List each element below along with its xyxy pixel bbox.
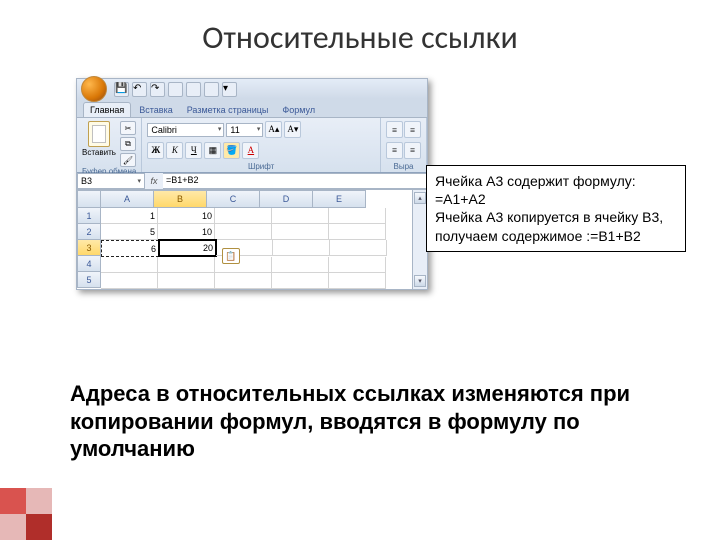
cell[interactable] xyxy=(329,273,386,289)
cell[interactable] xyxy=(329,208,386,224)
excel-screenshot: 💾 ↶ ↷ ▾ Главная Вставка Разметка страниц… xyxy=(76,78,428,290)
cell[interactable] xyxy=(272,257,329,273)
name-box[interactable]: B3 xyxy=(77,173,145,189)
col-header[interactable]: B xyxy=(154,190,207,208)
cell[interactable]: 1 xyxy=(101,208,158,224)
spreadsheet-grid: 1 2 3 4 5 A B C D E 1 10 xyxy=(77,190,427,289)
cell[interactable] xyxy=(272,224,329,240)
align-left-icon[interactable]: ≡ xyxy=(386,142,403,159)
fx-icon[interactable]: fx xyxy=(147,176,161,186)
group-title-font: Шрифт xyxy=(147,162,375,171)
tab-home[interactable]: Главная xyxy=(83,102,131,117)
cell[interactable]: 10 xyxy=(158,208,215,224)
cell[interactable] xyxy=(215,208,272,224)
ribbon-tabs: Главная Вставка Разметка страницы Формул xyxy=(77,99,427,118)
row-header[interactable]: 5 xyxy=(77,272,101,288)
font-size-combo[interactable]: 11 xyxy=(226,123,263,137)
clipboard-icon xyxy=(88,121,110,147)
table-row xyxy=(101,257,412,273)
table-row: 5 10 xyxy=(101,224,412,240)
cell[interactable] xyxy=(101,257,158,273)
bottom-explanation: Адреса в относительных ссылках изменяютс… xyxy=(70,380,650,463)
formula-input[interactable]: =B1+B2 xyxy=(163,173,427,189)
ribbon-group-font: Calibri 11 A▴ A▾ Ж К Ч ▦ 🪣 A Шрифт xyxy=(142,118,381,172)
cut-icon[interactable]: ✂ xyxy=(120,121,136,135)
grow-font-icon[interactable]: A▴ xyxy=(265,121,282,138)
tab-layout[interactable]: Разметка страницы xyxy=(181,103,275,117)
tab-insert[interactable]: Вставка xyxy=(133,103,178,117)
cell[interactable] xyxy=(273,240,330,256)
select-all-corner[interactable] xyxy=(77,190,101,208)
col-header[interactable]: D xyxy=(260,190,313,208)
cell-copied[interactable]: 6 xyxy=(101,240,159,257)
cell[interactable] xyxy=(329,257,386,273)
cell[interactable] xyxy=(215,224,272,240)
paste-label: Вставить xyxy=(82,148,116,157)
cell[interactable] xyxy=(329,224,386,240)
group-title-align: Выра xyxy=(386,162,421,171)
font-name-combo[interactable]: Calibri xyxy=(147,123,224,137)
undo-icon[interactable]: ↶ xyxy=(132,82,147,97)
cell[interactable] xyxy=(272,208,329,224)
fill-color-button[interactable]: 🪣 xyxy=(223,142,240,159)
bold-button[interactable]: Ж xyxy=(147,142,164,159)
vertical-scrollbar[interactable]: ▴ ▾ xyxy=(412,190,427,289)
paste-button[interactable]: Вставить xyxy=(82,121,116,167)
underline-button[interactable]: Ч xyxy=(185,142,202,159)
office-button-icon[interactable] xyxy=(81,76,107,102)
paste-options-icon[interactable]: 📋 xyxy=(222,248,240,264)
qat-icon[interactable] xyxy=(168,82,183,97)
ribbon: Вставить ✂ ⧉ 🖌 Буфер обмена Calibri 11 A… xyxy=(77,118,427,173)
cell[interactable] xyxy=(101,273,158,289)
scroll-up-icon[interactable]: ▴ xyxy=(414,192,426,204)
qat-icon[interactable] xyxy=(204,82,219,97)
cell-selected[interactable]: 20 xyxy=(159,240,216,256)
cell[interactable] xyxy=(158,273,215,289)
align-center-icon[interactable]: ≡ xyxy=(404,142,421,159)
scroll-down-icon[interactable]: ▾ xyxy=(414,275,426,287)
cell[interactable] xyxy=(215,273,272,289)
row-header[interactable]: 1 xyxy=(77,208,101,224)
callout-line2: Ячейка А3 копируется в ячейку В3, получа… xyxy=(435,208,677,244)
col-header[interactable]: E xyxy=(313,190,366,208)
col-header[interactable]: C xyxy=(207,190,260,208)
border-button[interactable]: ▦ xyxy=(204,142,221,159)
cell[interactable] xyxy=(330,240,387,256)
cell[interactable] xyxy=(272,273,329,289)
font-color-button[interactable]: A xyxy=(242,142,259,159)
formula-bar: B3 fx =B1+B2 xyxy=(77,173,427,190)
ribbon-group-align: ≡≡ ≡≡ Выра xyxy=(381,118,427,172)
row-header[interactable]: 3 xyxy=(77,240,101,256)
ribbon-group-clipboard: Вставить ✂ ⧉ 🖌 Буфер обмена xyxy=(77,118,142,172)
copy-icon[interactable]: ⧉ xyxy=(120,137,136,151)
align-top-icon[interactable]: ≡ xyxy=(386,121,403,138)
quick-access-toolbar: 💾 ↶ ↷ ▾ xyxy=(77,79,427,99)
italic-button[interactable]: К xyxy=(166,142,183,159)
col-header[interactable]: A xyxy=(101,190,154,208)
callout-line1: Ячейка А3 содержит формулу: =А1+А2 xyxy=(435,172,677,208)
cell[interactable] xyxy=(158,257,215,273)
qat-more-icon[interactable]: ▾ xyxy=(222,82,237,97)
slide-title: Относительные ссылки xyxy=(0,0,720,57)
shrink-font-icon[interactable]: A▾ xyxy=(284,121,301,138)
qat-icon[interactable] xyxy=(186,82,201,97)
cell[interactable]: 5 xyxy=(101,224,158,240)
table-row: 6 20 xyxy=(101,240,412,257)
callout-box: Ячейка А3 содержит формулу: =А1+А2 Ячейк… xyxy=(426,165,686,252)
slide-decoration-icon xyxy=(0,488,52,540)
save-icon[interactable]: 💾 xyxy=(114,82,129,97)
row-header[interactable]: 2 xyxy=(77,224,101,240)
format-painter-icon[interactable]: 🖌 xyxy=(120,153,136,167)
table-row: 1 10 xyxy=(101,208,412,224)
tab-formulas[interactable]: Формул xyxy=(276,103,321,117)
cell[interactable]: 10 xyxy=(158,224,215,240)
redo-icon[interactable]: ↷ xyxy=(150,82,165,97)
align-mid-icon[interactable]: ≡ xyxy=(404,121,421,138)
table-row xyxy=(101,273,412,289)
row-header[interactable]: 4 xyxy=(77,256,101,272)
